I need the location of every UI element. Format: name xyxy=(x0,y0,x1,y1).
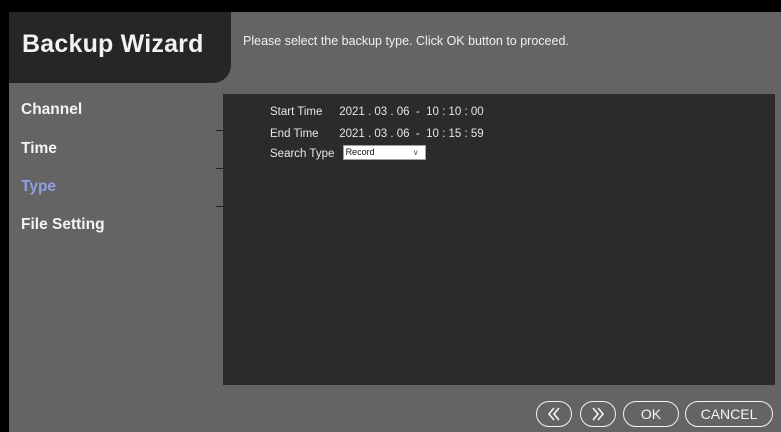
double-chevron-left-icon xyxy=(546,406,562,422)
start-time-value: 2021 . 03 . 06 - 10 : 10 : 00 xyxy=(339,106,484,118)
backup-wizard-window: Backup Wizard Please select the backup t… xyxy=(9,12,781,432)
next-button[interactable] xyxy=(580,401,616,427)
end-time-value: 2021 . 03 . 06 - 10 : 15 : 59 xyxy=(339,128,484,140)
search-type-selected-value: Record xyxy=(345,147,375,158)
chevron-down-icon: ∨ xyxy=(412,148,419,158)
panel-notch xyxy=(223,242,230,385)
start-time-label: Start Time xyxy=(270,106,323,118)
title-tab: Backup Wizard xyxy=(9,12,231,83)
ok-button[interactable]: OK xyxy=(623,401,679,427)
type-settings-panel: Start Time 2021 . 03 . 06 - 10 : 10 : 00… xyxy=(223,94,775,385)
end-time-row: End Time 2021 . 03 . 06 - 10 : 15 : 59 xyxy=(270,126,484,142)
wizard-title: Backup Wizard xyxy=(22,30,204,58)
search-type-row: Search Type Record ∨ xyxy=(270,145,426,162)
instruction-text: Please select the backup type. Click OK … xyxy=(243,34,569,48)
end-time-label: End Time xyxy=(270,128,319,140)
nav-item-channel[interactable]: Channel xyxy=(21,101,82,119)
search-type-select[interactable]: Record ∨ xyxy=(342,145,426,161)
nav-item-type[interactable]: Type xyxy=(21,178,56,196)
nav-item-time[interactable]: Time xyxy=(21,140,57,158)
search-type-label: Search Type xyxy=(270,148,335,160)
double-chevron-right-icon xyxy=(590,406,606,422)
start-time-row: Start Time 2021 . 03 . 06 - 10 : 10 : 00 xyxy=(270,104,484,120)
previous-button[interactable] xyxy=(536,401,572,427)
cancel-button[interactable]: CANCEL xyxy=(685,401,773,427)
nav-item-file-setting[interactable]: File Setting xyxy=(21,216,105,234)
